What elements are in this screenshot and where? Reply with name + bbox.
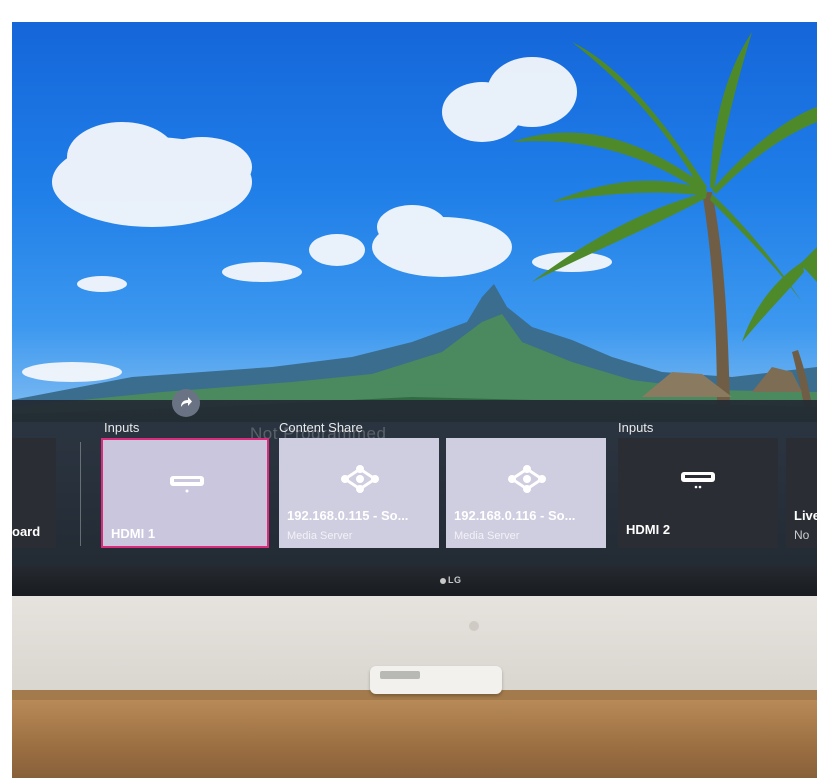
lg-logo: LG	[440, 575, 462, 585]
tv-photo: Inputs Content Share Inputs Not Programm…	[0, 0, 817, 778]
wooden-shelf	[12, 700, 817, 778]
hdmi-icon	[681, 472, 715, 489]
section-label-inputs-2: Inputs	[618, 420, 654, 435]
card-subtitle: Media Server	[287, 530, 353, 542]
section-label-inputs: Inputs	[104, 420, 140, 435]
share-arrow-icon	[181, 397, 192, 407]
hdmi-icon	[170, 476, 204, 493]
card-title: oard	[12, 524, 41, 539]
card-keyboard-partial[interactable]: oard	[12, 438, 56, 548]
card-media-server-116[interactable]: 192.168.0.116 - So... Media Server	[446, 438, 606, 548]
tv-bezel	[12, 566, 817, 596]
card-title: 192.168.0.116 - So...	[454, 508, 576, 523]
card-subtitle: No	[794, 528, 810, 542]
card-hdmi-1[interactable]: HDMI 1	[101, 438, 269, 548]
card-title: HDMI 1	[111, 526, 156, 541]
wall-sensor	[469, 621, 479, 631]
remote-control	[370, 666, 502, 694]
card-title: Live	[794, 508, 817, 523]
card-title: HDMI 2	[626, 522, 671, 537]
network-share-icon	[341, 465, 379, 493]
divider	[80, 442, 81, 546]
card-live-partial[interactable]: Live No	[786, 438, 817, 548]
network-share-icon	[508, 465, 546, 493]
card-media-server-115[interactable]: 192.168.0.115 - So... Media Server	[279, 438, 439, 548]
card-hdmi-2[interactable]: HDMI 2	[618, 438, 778, 548]
share-badge	[172, 389, 200, 417]
card-subtitle: Media Server	[454, 530, 520, 542]
card-title: 192.168.0.115 - So...	[287, 508, 409, 523]
